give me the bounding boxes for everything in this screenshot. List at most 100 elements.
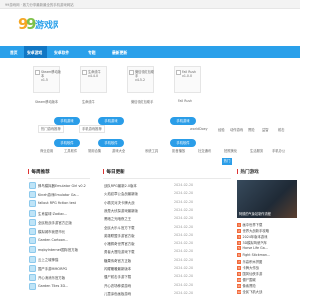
tag-link[interactable]: 游戏大全 [112,148,125,153]
tag-link[interactable]: 热门游戏推荐 [38,125,64,133]
mobile-games-button[interactable]: 手机游戏 [98,117,124,125]
nav-topics[interactable]: 专题 [88,50,96,56]
list-item[interactable]: 英雄联盟手游官方版 [104,233,166,238]
tag-link[interactable]: 影音播放 [172,148,185,153]
game-icon[interactable] [29,182,36,189]
hot-list-item[interactable]: 9 国风仙侠手游 [237,271,299,276]
tag-link[interactable]: 商业应用 [40,148,53,153]
mobile-apps-button[interactable]: 手机软件 [170,139,196,147]
game-icon[interactable] [29,218,36,226]
mobile-games-button[interactable]: 手机游戏 [170,117,196,125]
list-item[interactable]: 云上之城神猫 [38,257,94,262]
rank-badge: 2 [237,229,241,234]
nav-android-apps[interactable]: 安卓软件 [54,50,69,56]
mobile-apps-button[interactable]: 手机软件 [54,139,80,147]
list-item[interactable]: Kineh游戏Emulator Ga... [38,192,94,197]
featured-name[interactable]: Steam移动版本 [35,99,58,104]
tag-link[interactable]: 手机办公 [272,148,285,153]
game-icon[interactable] [29,237,36,245]
update-date: 2024-02-20 [174,224,194,229]
list-item[interactable]: 火焰纹章公会战最新版 [104,191,166,196]
list-item[interactable]: Garden Tiles 3D... [38,284,94,288]
tag-link[interactable]: worldDoey [190,127,208,131]
tag-link[interactable]: 射击 [278,127,285,132]
tag-link[interactable]: 拍照美化 [224,148,237,153]
tag-link[interactable]: 生活服务 [250,148,263,153]
rank-badge: 7 [237,259,241,264]
game-icon[interactable] [29,246,36,254]
list-item[interactable]: 小猪佩奇世界官方版 [104,241,166,246]
list-item[interactable]: 蜂鸟模拟器Emulator Girl v0.2 [38,183,94,188]
featured-card[interactable]: Steam移动版本 v1.5 [33,66,61,93]
tag-link[interactable]: 手机游戏推荐 [79,125,105,133]
mobile-games-button[interactable]: 手机游戏 [54,117,80,125]
nav-android-games[interactable]: 安卓游戏 [27,50,42,56]
featured-card[interactable]: Fall Rush v1.0.0 [174,66,201,93]
update-date: 2024-02-20 [174,183,194,187]
list-item[interactable]: 战队RPG最新2.0版本 [104,183,166,188]
list-item[interactable]: 我是大侦探游戏最新版 [104,208,166,213]
tag-link[interactable]: 动作游戏 [230,127,243,132]
update-date: 2024-02-20 [174,249,194,254]
hot-list-title: 全民飞机大战 [242,290,263,295]
site-logo[interactable]: 9 9 游戏网 [18,13,58,33]
game-icon[interactable] [29,264,36,272]
hot-list-item[interactable]: 6 Fight Stickman... [237,252,299,257]
list-item[interactable]: 开心消消乐官方版 [38,275,94,280]
list-item[interactable]: 儿童涂色画板游戏 [104,291,166,296]
featured-card[interactable]: 生命线牛 v4.4.0 [80,66,107,93]
tag-link[interactable]: 系统工具 [145,148,158,153]
game-icon[interactable] [29,228,36,235]
hot-list-item[interactable]: 3 2024年版本游戏 [237,234,299,240]
update-date: 2024-02-20 [174,216,194,221]
game-icon[interactable] [29,274,36,281]
hot-list-item[interactable]: 8 卡牌大作战 [237,265,299,270]
game-icon[interactable] [29,191,36,199]
list-item[interactable]: 开心农场种菜游戏 [104,283,166,288]
hot-game-banner[interactable]: 阿德的气象站制作流程 [237,180,297,218]
hot-list-item[interactable]: 10 僵尸围城 [237,277,299,282]
featured-name[interactable]: Fall Rush [178,99,192,103]
list-item[interactable]: 全民枪战手游官方正版 [38,220,94,225]
tag-link[interactable]: 社交通讯 [198,148,211,153]
hot-list-item[interactable]: 1 画中世界下载 [237,222,299,227]
hot-list-item[interactable]: 2 世界大战新手攻略 [237,228,299,234]
update-date: 2024-02-20 [174,266,194,270]
tag-link[interactable]: 工具软件 [64,148,77,153]
hot-list-item[interactable]: 7 乐高积木拼图 [237,259,299,264]
update-date: 2024-02-20 [174,241,194,246]
tag-link[interactable]: 常用合集 [88,148,101,153]
list-item[interactable]: 闪耀暖暖最新版本 [104,266,166,271]
hot-list-item[interactable]: 5 Horse Life Ga... [237,246,299,251]
mobile-apps-button[interactable]: 手机软件 [98,139,124,147]
list-item[interactable]: 生肖星球·Zodiac... [38,211,94,216]
list-item[interactable]: fallout RPG fiction test [38,201,94,205]
nav-latest[interactable]: 最新更新 [112,50,127,56]
list-item[interactable]: 黑暗之光暗夜之王 [104,216,166,221]
list-item[interactable]: 勇者大冒险游戏下载 [104,249,166,254]
list-item[interactable]: 模拟城市我是市长 [38,229,94,234]
featured-name[interactable]: 微信领红包助手 [131,99,153,104]
game-icon[interactable] [29,209,36,217]
nav-home[interactable]: 首页 [10,50,18,56]
list-item[interactable]: 糖果传奇官方正版 [104,258,166,263]
list-item[interactable]: mqbyInternet国际官方版 [38,247,94,252]
hot-list-item[interactable]: 12 全民飞机大战 [237,289,299,295]
featured-name[interactable]: 生命线牛 [82,99,95,104]
tab-hot-download[interactable]: 热门下载 [222,158,232,170]
tag-link[interactable]: 益智 [262,127,269,132]
hot-list-item[interactable]: 4 3D模拟驾驶汽车 [237,240,299,246]
game-icon[interactable] [29,200,36,208]
list-item[interactable]: 全民大乐斗官方下载 [104,225,166,230]
list-item[interactable]: 僵尸射击手游下载 [104,274,166,279]
game-icon[interactable] [29,283,36,291]
list-item[interactable]: 国产手游MMORPG [38,266,94,271]
list-item[interactable]: 小精灵对决卡牌大战 [104,200,166,205]
list-item[interactable]: Garden Cartoon... [38,238,94,242]
hot-list-item[interactable]: 11 像素冒险 [237,283,299,288]
tag-link[interactable]: 冒险 [248,127,255,132]
rank-badge: 8 [237,265,241,270]
game-icon[interactable] [29,255,36,263]
featured-card[interactable]: 微信领红包助手 v4.5.2 [127,66,154,93]
tag-link[interactable]: 经验 [218,127,225,132]
